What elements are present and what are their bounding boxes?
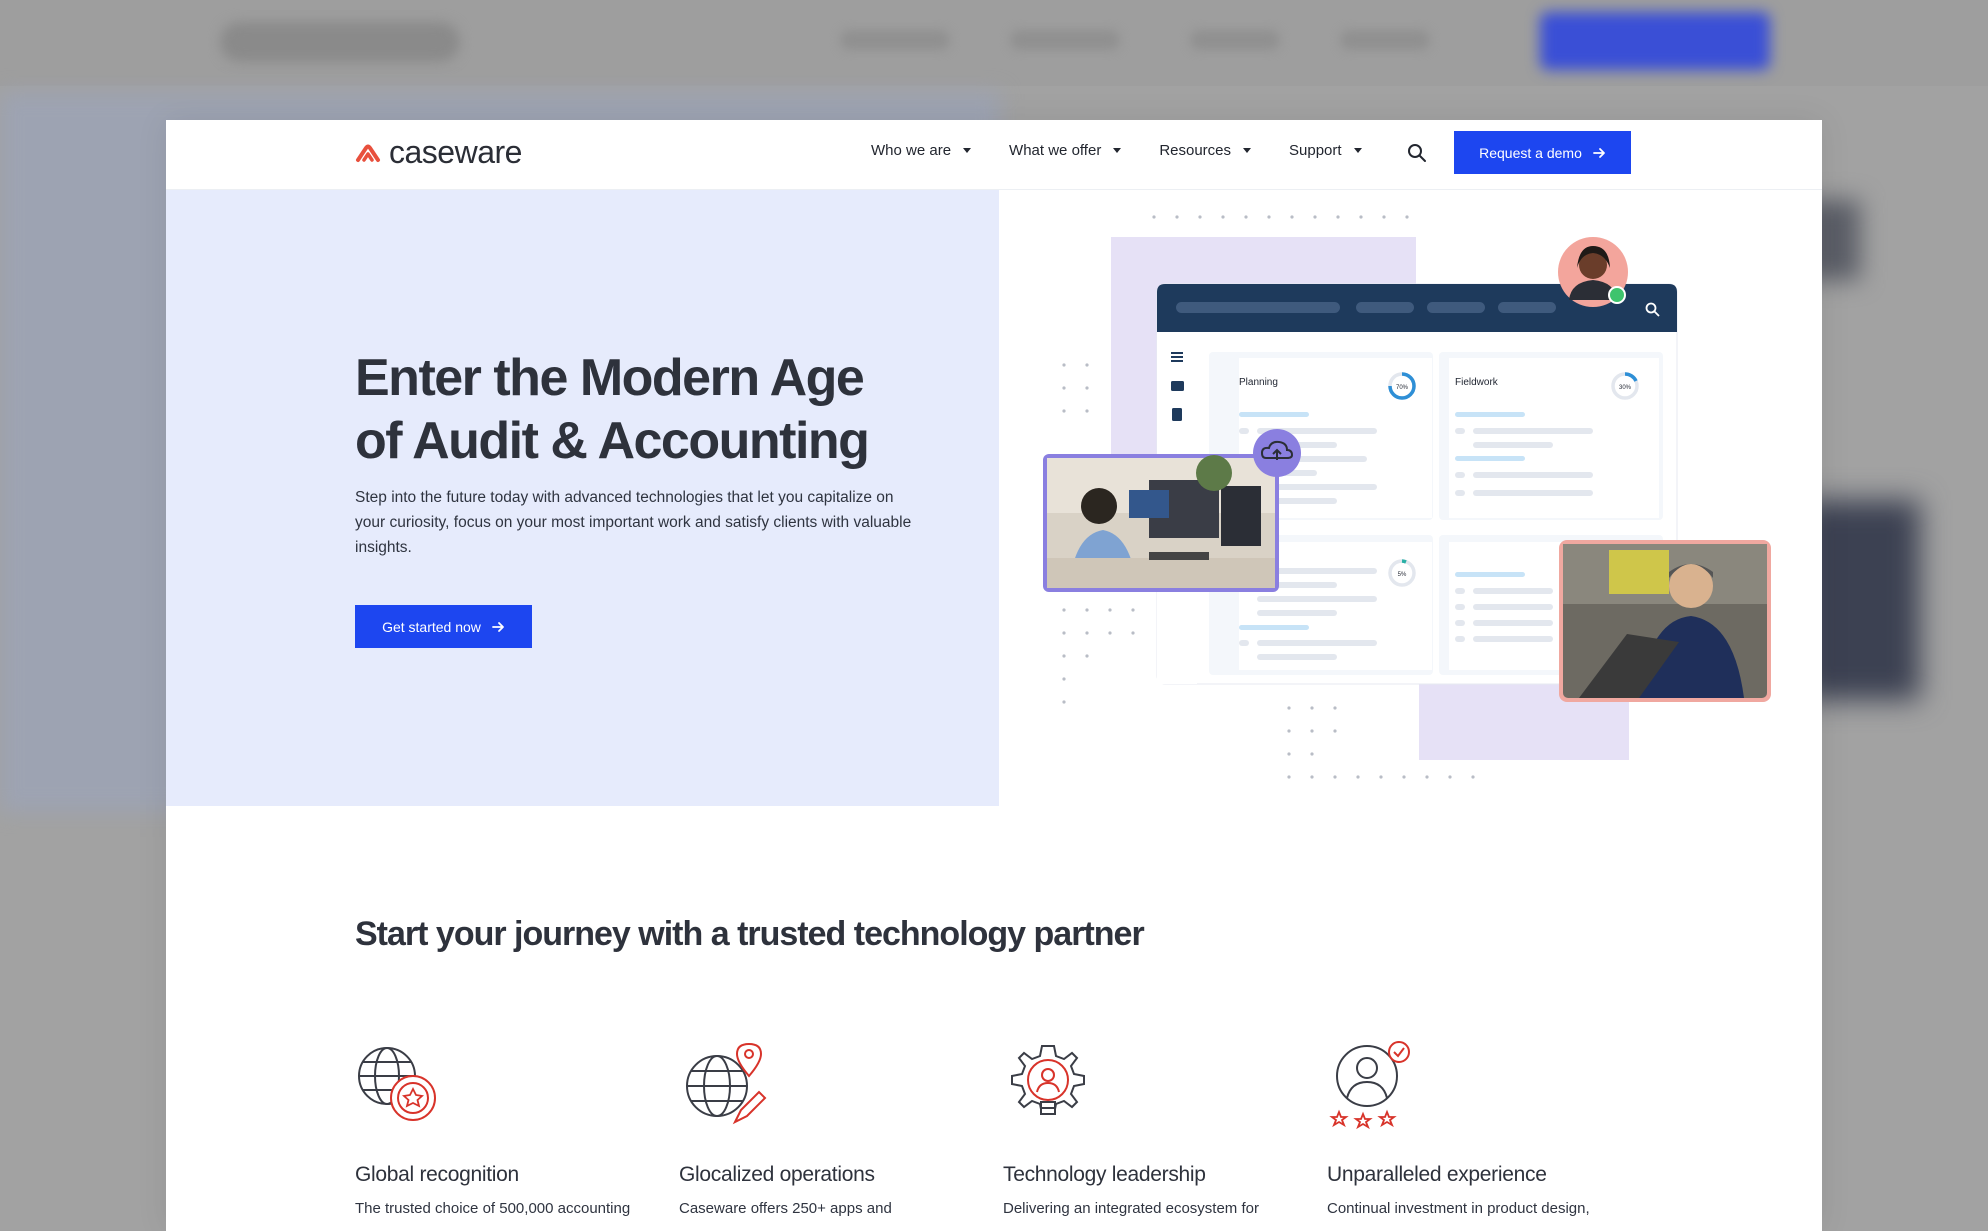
feature-text: Delivering an integrated ecosystem for <box>1003 1200 1259 1217</box>
feature-global-recognition: Global recognition The trusted choice of… <box>355 1040 665 1217</box>
backdrop-logo <box>220 22 460 62</box>
gear-bulb-icon <box>1011 1045 1085 1115</box>
arrow-right-icon <box>1592 147 1605 158</box>
feature-title: Global recognition <box>355 1163 519 1186</box>
avatar <box>1558 237 1628 307</box>
nav-item-support[interactable]: Support <box>1289 142 1362 159</box>
feature-text: The trusted choice of 500,000 accounting <box>355 1200 631 1217</box>
nav-item-label: Who we are <box>871 142 952 159</box>
dashboard-illustration: Planning Fieldwork 70% 30% 5% <box>1043 215 1771 779</box>
logo[interactable]: caseware <box>355 134 522 171</box>
backdrop-nav-pill <box>1010 30 1120 50</box>
hero-illustration: Planning Fieldwork 70% 30% 5% <box>999 190 1822 806</box>
nav-item-label: Support <box>1289 142 1342 159</box>
feature-title: Technology leadership <box>1003 1163 1206 1186</box>
feature-title: Unparalleled experience <box>1327 1163 1547 1186</box>
hero-title: Enter the Modern Age of Audit & Accounti… <box>355 347 915 473</box>
photo-man-on-laptop <box>1559 540 1771 702</box>
request-demo-label: Request a demo <box>1479 144 1582 161</box>
progress-label: 5% <box>1398 572 1407 578</box>
backdrop-cta <box>1540 12 1770 70</box>
hero-subtitle: Step into the future today with advanced… <box>355 489 912 556</box>
nav-item-label: What we offer <box>1009 142 1102 159</box>
hero-title-line-2: of Audit & Accounting <box>355 412 870 470</box>
search-icon[interactable] <box>1406 142 1428 164</box>
caseware-logo-icon <box>356 144 380 162</box>
feature-text: Continual investment in product design, <box>1327 1200 1590 1217</box>
nav-item-what-we-offer[interactable]: What we offer <box>1009 142 1122 159</box>
caret-down-icon <box>1353 148 1362 153</box>
backdrop-nav-pill <box>840 30 950 50</box>
globe-pin-icon <box>686 1042 767 1125</box>
get-started-label: Get started now <box>382 618 481 635</box>
cloud-upload-icon <box>1253 429 1301 477</box>
nav-item-label: Resources <box>1159 142 1232 159</box>
globe-award-icon <box>358 1047 436 1121</box>
section-title: Start your journey with a trusted techno… <box>355 915 1145 953</box>
caret-down-icon <box>963 148 972 153</box>
nav-menu: Who we are What we offer Resources Suppo… <box>871 142 1400 159</box>
page-card: caseware Who we are What we offer Resour… <box>166 120 1822 1231</box>
feature-title: Glocalized operations <box>679 1163 875 1186</box>
caret-down-icon <box>1113 148 1122 153</box>
top-navbar: caseware Who we are What we offer Resour… <box>166 120 1822 190</box>
nav-item-who-we-are[interactable]: Who we are <box>871 142 972 159</box>
backdrop-nav-pill <box>1190 30 1280 50</box>
feature-technology-leadership: Technology leadership Delivering an inte… <box>1003 1040 1313 1217</box>
logo-text: caseware <box>389 134 522 170</box>
progress-label: 30% <box>1619 385 1632 391</box>
hero-title-line-1: Enter the Modern Age <box>355 349 865 407</box>
feature-glocalized-operations: Glocalized operations Caseware offers 25… <box>679 1040 989 1217</box>
feature-unparalleled-experience: Unparalleled experience Continual invest… <box>1327 1040 1637 1217</box>
photo-woman-at-desk <box>1043 454 1279 592</box>
progress-label: 70% <box>1396 385 1409 391</box>
get-started-button[interactable]: Get started now <box>355 605 532 648</box>
request-demo-button[interactable]: Request a demo <box>1454 131 1631 174</box>
nav-item-resources[interactable]: Resources <box>1159 142 1252 159</box>
card-title-planning: Planning <box>1239 377 1278 388</box>
user-stars-icon <box>1329 1041 1410 1130</box>
feature-text: Caseware offers 250+ apps and <box>679 1200 892 1217</box>
arrow-right-icon <box>492 621 504 632</box>
caret-down-icon <box>1243 148 1252 153</box>
card-title-fieldwork: Fieldwork <box>1455 377 1499 388</box>
backdrop-nav-pill <box>1340 30 1430 50</box>
